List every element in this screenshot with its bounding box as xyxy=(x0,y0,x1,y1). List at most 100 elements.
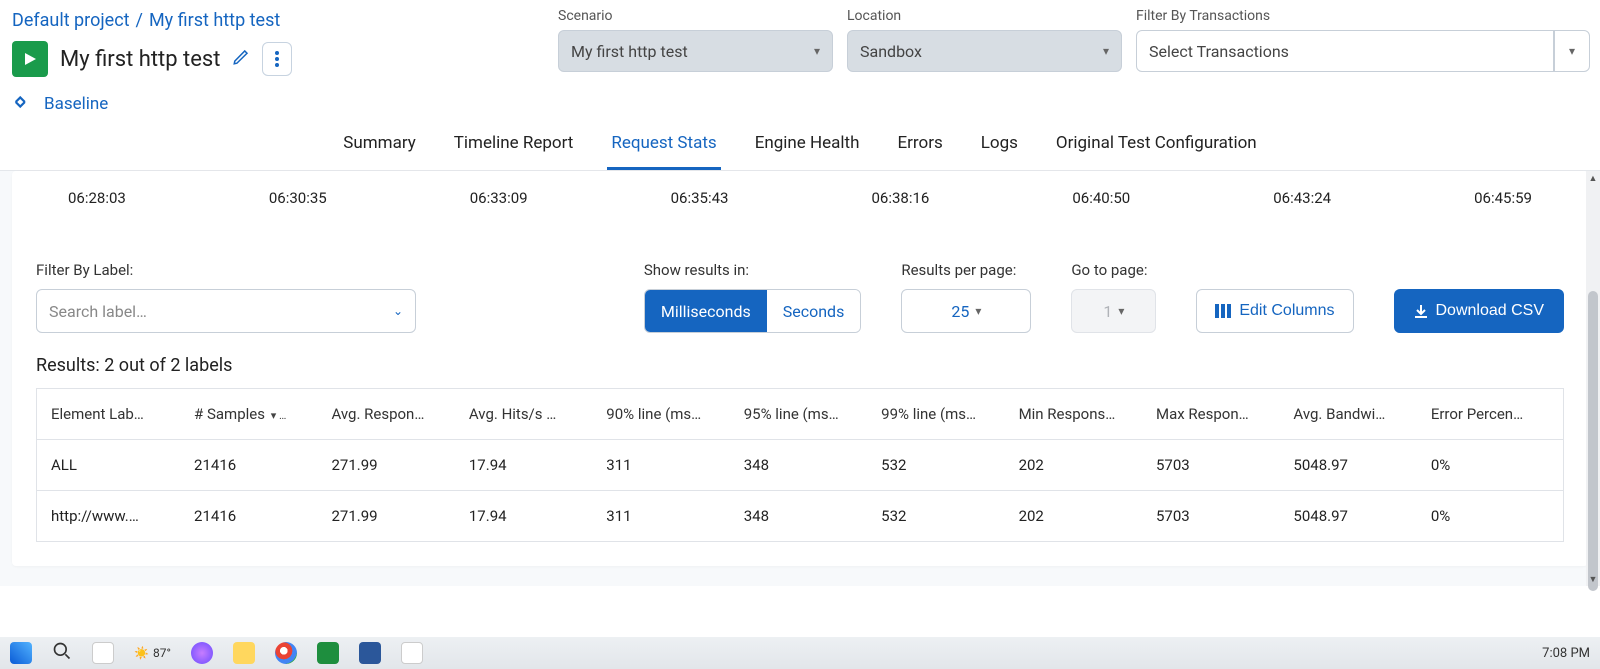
run-button[interactable] xyxy=(12,41,48,77)
start-icon[interactable] xyxy=(10,642,32,664)
tab-request-stats[interactable]: Request Stats xyxy=(607,123,720,170)
cell-hits: 17.94 xyxy=(455,491,592,542)
unit-toggle: Milliseconds Seconds xyxy=(644,289,862,333)
cell-min: 202 xyxy=(1005,491,1142,542)
scenario-select[interactable]: My first http test ▾ xyxy=(558,30,833,72)
table-row[interactable]: http://www.… 21416 271.99 17.94 311 348 … xyxy=(37,491,1564,542)
filter-placeholder: Search label… xyxy=(49,302,147,321)
col-avg-hits[interactable]: Avg. Hits/s … xyxy=(455,389,592,440)
tab-engine-health[interactable]: Engine Health xyxy=(751,123,864,170)
tab-errors[interactable]: Errors xyxy=(894,123,947,170)
col-error-percent[interactable]: Error Percen… xyxy=(1417,389,1564,440)
tick: 06:28:03 xyxy=(68,189,126,207)
weather-temp: 87° xyxy=(153,646,171,660)
tab-logs[interactable]: Logs xyxy=(977,123,1022,170)
edit-columns-button[interactable]: Edit Columns xyxy=(1196,289,1353,333)
chevron-down-icon: ⌄ xyxy=(393,304,403,318)
col-90-line[interactable]: 90% line (ms… xyxy=(592,389,729,440)
scroll-down-icon[interactable]: ▼ xyxy=(1586,572,1600,586)
col-95-line[interactable]: 95% line (ms… xyxy=(730,389,867,440)
caret-down-icon: ▾ xyxy=(975,304,981,318)
scroll-up-icon[interactable]: ▲ xyxy=(1586,171,1600,185)
tick: 06:33:09 xyxy=(470,189,528,207)
tab-summary[interactable]: Summary xyxy=(339,123,419,170)
breadcrumb-sep: / xyxy=(136,10,143,31)
results-count: Results: 2 out of 2 labels xyxy=(36,355,1564,376)
taskbar-app-icon[interactable] xyxy=(92,642,114,664)
cell-p95: 348 xyxy=(730,491,867,542)
search-os-icon[interactable] xyxy=(52,641,72,665)
kebab-icon xyxy=(275,51,279,67)
tab-original-config[interactable]: Original Test Configuration xyxy=(1052,123,1261,170)
show-results-label: Show results in: xyxy=(644,261,862,279)
download-icon xyxy=(1414,304,1428,318)
cell-avg: 271.99 xyxy=(317,440,454,491)
chrome-icon[interactable] xyxy=(275,642,297,664)
taskbar-clock[interactable]: 7:08 PM xyxy=(1542,646,1590,661)
cell-label: http://www.… xyxy=(37,491,181,542)
taskbar-app-icon[interactable] xyxy=(359,642,381,664)
cell-max: 5703 xyxy=(1142,440,1279,491)
toggle-sec[interactable]: Seconds xyxy=(767,290,861,332)
breadcrumb-test[interactable]: My first http test xyxy=(149,10,280,31)
perpage-select[interactable]: 25 ▾ xyxy=(901,289,1031,333)
cell-max: 5703 xyxy=(1142,491,1279,542)
tick: 06:40:50 xyxy=(1072,189,1130,207)
location-select[interactable]: Sandbox ▾ xyxy=(847,30,1122,72)
cell-p99: 532 xyxy=(867,440,1004,491)
tx-filter-label: Filter By Transactions xyxy=(1136,8,1590,24)
tick: 06:45:59 xyxy=(1474,189,1532,207)
baseline-icon xyxy=(12,91,34,117)
chevron-down-icon: ▾ xyxy=(1103,44,1109,58)
taskbar-app-icon[interactable] xyxy=(191,642,213,664)
col-max-response[interactable]: Max Respon… xyxy=(1142,389,1279,440)
scenario-value: My first http test xyxy=(571,42,688,61)
col-avg-response[interactable]: Avg. Respon… xyxy=(317,389,454,440)
toggle-ms[interactable]: Milliseconds xyxy=(645,290,767,332)
goto-value: 1 xyxy=(1103,302,1112,321)
os-taskbar: ☀️ 87° 7:08 PM xyxy=(0,637,1600,669)
perpage-label: Results per page: xyxy=(901,261,1031,279)
tick: 06:35:43 xyxy=(671,189,729,207)
cell-bw: 5048.97 xyxy=(1279,440,1416,491)
taskbar-app-icon[interactable] xyxy=(401,642,423,664)
col-avg-bandwidth[interactable]: Avg. Bandwi… xyxy=(1279,389,1416,440)
tx-filter-expand[interactable]: ▾ xyxy=(1554,30,1590,72)
cell-p99: 532 xyxy=(867,491,1004,542)
cell-hits: 17.94 xyxy=(455,440,592,491)
chevron-down-icon: ▾ xyxy=(814,44,820,58)
scenario-label: Scenario xyxy=(558,8,833,24)
cell-min: 202 xyxy=(1005,440,1142,491)
edit-title-button[interactable] xyxy=(232,48,250,70)
cell-err: 0% xyxy=(1417,440,1564,491)
taskbar-app-icon[interactable] xyxy=(317,642,339,664)
col-min-response[interactable]: Min Respons… xyxy=(1005,389,1142,440)
tab-timeline-report[interactable]: Timeline Report xyxy=(450,123,578,170)
cell-p95: 348 xyxy=(730,440,867,491)
table-row[interactable]: ALL 21416 271.99 17.94 311 348 532 202 5… xyxy=(37,440,1564,491)
tx-filter-select[interactable]: Select Transactions xyxy=(1136,30,1554,72)
goto-label: Go to page: xyxy=(1071,261,1156,279)
page-title: My first http test xyxy=(60,47,220,72)
perpage-value: 25 xyxy=(951,302,969,321)
scroll-thumb[interactable] xyxy=(1588,291,1598,591)
file-explorer-icon[interactable] xyxy=(233,642,255,664)
edit-columns-label: Edit Columns xyxy=(1239,302,1334,320)
time-axis: 06:28:03 06:30:35 06:33:09 06:35:43 06:3… xyxy=(36,181,1564,237)
tick: 06:43:24 xyxy=(1273,189,1331,207)
baseline-link[interactable]: Baseline xyxy=(44,94,108,114)
results-table: Element Lab… # Samples ▾ … Avg. Respon… … xyxy=(36,388,1564,542)
download-csv-button[interactable]: Download CSV xyxy=(1394,289,1565,333)
more-menu-button[interactable] xyxy=(262,42,292,76)
weather-widget[interactable]: ☀️ 87° xyxy=(134,646,171,660)
tick: 06:30:35 xyxy=(269,189,327,207)
filter-label-input[interactable]: Search label… ⌄ xyxy=(36,289,416,333)
col-samples[interactable]: # Samples ▾ … xyxy=(180,389,317,440)
filter-by-label: Filter By Label: xyxy=(36,261,416,279)
sun-icon: ☀️ xyxy=(134,646,149,660)
breadcrumb-project[interactable]: Default project xyxy=(12,10,130,31)
vertical-scrollbar[interactable]: ▲ ▼ xyxy=(1586,171,1600,586)
col-99-line[interactable]: 99% line (ms… xyxy=(867,389,1004,440)
cell-label: ALL xyxy=(37,440,181,491)
col-element-label[interactable]: Element Lab… xyxy=(37,389,181,440)
